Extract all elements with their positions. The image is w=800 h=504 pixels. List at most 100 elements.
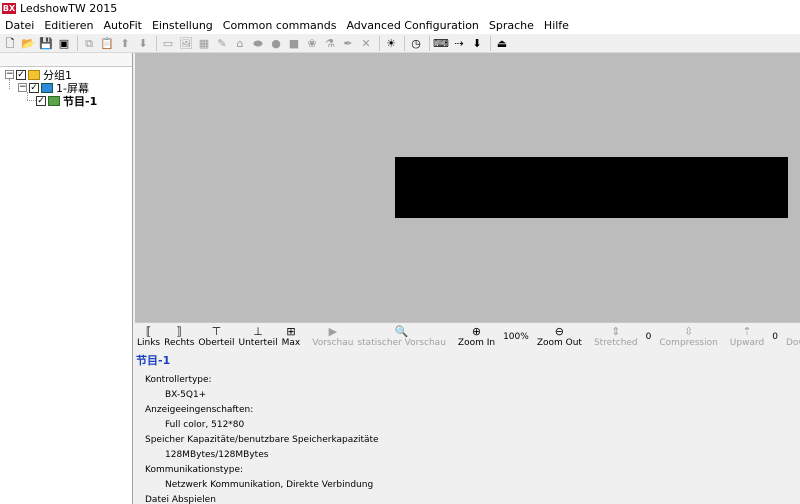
preview-button[interactable]: ▶ Vorschau (310, 323, 355, 350)
paste-icon[interactable]: 📋 (99, 35, 115, 51)
folder-icon (28, 69, 40, 80)
align-bottom-label: Unterteil (238, 338, 278, 348)
toolbar-separator (379, 35, 380, 51)
zoom-out-icon: ⊖ (554, 325, 564, 338)
collapse-icon[interactable]: − (5, 70, 14, 79)
downward-button[interactable]: ⇣Downward (784, 323, 800, 350)
add-clock-icon[interactable]: ⌂ (232, 35, 248, 51)
zoom-in-label: Zoom In (457, 338, 496, 348)
add-image-icon[interactable]: 🖼 (178, 35, 194, 51)
window-title: LedshowTW 2015 (20, 1, 118, 15)
time-sync-icon[interactable]: ◷ (408, 35, 424, 51)
compression-button[interactable]: ⇳ Compression (657, 323, 719, 350)
menu-datei[interactable]: Datei (0, 19, 39, 32)
delete-icon[interactable]: ✕ (358, 35, 374, 51)
add-sensor-icon[interactable]: ⚗ (322, 35, 338, 51)
static-preview-button[interactable]: 🔍 statischer Vorschau (355, 323, 447, 350)
property-panel: 节目-1 Kontrollertype: BX-5Q1+ Anzeigeeingen… (135, 350, 800, 504)
upward-label: Upward (729, 338, 765, 348)
toolbar-separator (404, 35, 405, 51)
tree-checkbox[interactable]: ✓ (16, 69, 26, 80)
main-toolbar: 🗋 📂 💾 ▣ ⧉ 📋 ⬆ ⬇ ▭ 🖼 ▦ ✎ ⌂ ⬬ ● ■ ❀ ⚗ ✒ ✕ ☀ ◷ ⌨ ⇢ ⬇ ⏏ (0, 34, 800, 53)
add-shape-icon[interactable]: ⬬ (250, 35, 266, 51)
collapse-icon[interactable]: − (18, 83, 27, 92)
view-toolbar: ⟦ Links ⟧ Rechts ⊤ Oberteil ⊥ Unterteil ⊞ Max ▶ Vor… (135, 322, 800, 350)
compression-label: Compression (659, 338, 718, 348)
add-area-icon[interactable]: ▭ (160, 35, 176, 51)
property-label: Kommunikationstype: (145, 465, 244, 475)
menu-hilfe[interactable]: Hilfe (539, 19, 574, 32)
new-file-icon[interactable]: 🗋 (2, 35, 18, 51)
open-folder-icon[interactable]: 📂 (20, 35, 36, 51)
menu-bar: Datei Editieren AutoFit Einstellung Common c… (0, 16, 800, 34)
add-circle-icon[interactable]: ● (268, 35, 284, 51)
zoom-level: 100% (503, 331, 529, 342)
property-label: Kontrollertype: (145, 375, 212, 385)
toolbar-separator (490, 35, 491, 51)
send-data-icon[interactable]: ⇢ (451, 35, 467, 51)
align-bottom-button[interactable]: ⊥ Unterteil (237, 323, 280, 350)
tree-node-label: 节目-1 (63, 94, 98, 108)
screen-icon (41, 82, 53, 93)
property-value: Full color, 512*80 (165, 420, 245, 430)
selected-program-title: 节目-1 (136, 354, 171, 367)
exit-icon[interactable]: ⏏ (494, 35, 510, 51)
menu-autofit[interactable]: AutoFit (99, 19, 147, 32)
zoom-out-button[interactable]: ⊖ Zoom Out (535, 323, 584, 350)
maximize-button[interactable]: ⊞ Max (280, 323, 303, 350)
toolbar-separator (429, 35, 430, 51)
add-table-icon[interactable]: ▦ (196, 35, 212, 51)
property-value: 128MBytes/128MBytes (165, 450, 269, 460)
preview-label: Vorschau (312, 338, 354, 348)
preview-canvas[interactable] (135, 53, 800, 322)
tree-node[interactable]: ✓ 节目-1 (36, 94, 98, 108)
upward-button[interactable]: ⇡ Upward (728, 323, 766, 350)
property-label: Datei Abspielen (145, 495, 216, 504)
align-left-button[interactable]: ⟦ Links (135, 323, 162, 350)
zoom-in-icon: ⊕ (471, 325, 482, 338)
brightness-icon[interactable]: ☀ (383, 35, 399, 51)
align-right-icon: ⟧ (176, 325, 182, 338)
align-left-icon: ⟦ (145, 325, 152, 338)
static-preview-label: statischer Vorschau (357, 338, 446, 348)
downward-label: Downward (785, 338, 800, 348)
static-preview-icon: 🔍 (394, 325, 409, 338)
compression-icon: ⇳ (683, 325, 694, 338)
zoom-in-button[interactable]: ⊕ Zoom In (456, 323, 497, 350)
stretched-button[interactable]: ⇕ Stretched (592, 323, 640, 350)
menu-advanced-configuration[interactable]: Advanced Configuration (341, 19, 483, 32)
align-bottom-icon: ⊥ (253, 325, 263, 338)
move-down-icon[interactable]: ⬇ (135, 35, 151, 51)
align-top-icon: ⊤ (211, 325, 222, 338)
send-screen-icon[interactable]: ▣ (56, 35, 72, 51)
property-label: Anzeigeeingenschaften: (145, 405, 254, 415)
led-screen-area[interactable] (395, 157, 788, 218)
preview-icon: ▶ (328, 325, 338, 338)
save-icon[interactable]: 💾 (38, 35, 54, 51)
move-up-icon[interactable]: ⬆ (117, 35, 133, 51)
menu-common-commands[interactable]: Common commands (218, 19, 342, 32)
add-animation-icon[interactable]: ❀ (304, 35, 320, 51)
stretch-value: 0 (645, 331, 652, 342)
align-right-button[interactable]: ⟧ Rechts (162, 323, 196, 350)
align-top-button[interactable]: ⊤ Oberteil (196, 323, 236, 350)
tree-checkbox[interactable]: ✓ (36, 95, 46, 106)
add-text-icon[interactable]: ✎ (214, 35, 230, 51)
align-right-label: Rechts (164, 338, 195, 348)
stretched-label: Stretched (593, 338, 638, 348)
shift-value: 0 (772, 331, 778, 342)
tree-header (0, 53, 132, 67)
add-effect-icon[interactable]: ✒ (340, 35, 356, 51)
menu-einstellung[interactable]: Einstellung (147, 19, 218, 32)
title-bar: BX LedshowTW 2015 (0, 0, 800, 16)
download-icon[interactable]: ⬇ (469, 35, 485, 51)
copy-icon[interactable]: ⧉ (81, 35, 97, 51)
menu-editieren[interactable]: Editieren (39, 19, 98, 32)
program-tree-panel: − ✓ 分组1− ✓ 1-屏幕 ✓ 节目-1 (0, 53, 133, 504)
align-left-label: Links (137, 338, 161, 348)
toolbar-separator (77, 35, 78, 51)
add-square-icon[interactable]: ■ (286, 35, 302, 51)
tree-checkbox[interactable]: ✓ (29, 82, 39, 93)
screen-settings-icon[interactable]: ⌨ (433, 35, 449, 51)
menu-sprache[interactable]: Sprache (484, 19, 539, 32)
